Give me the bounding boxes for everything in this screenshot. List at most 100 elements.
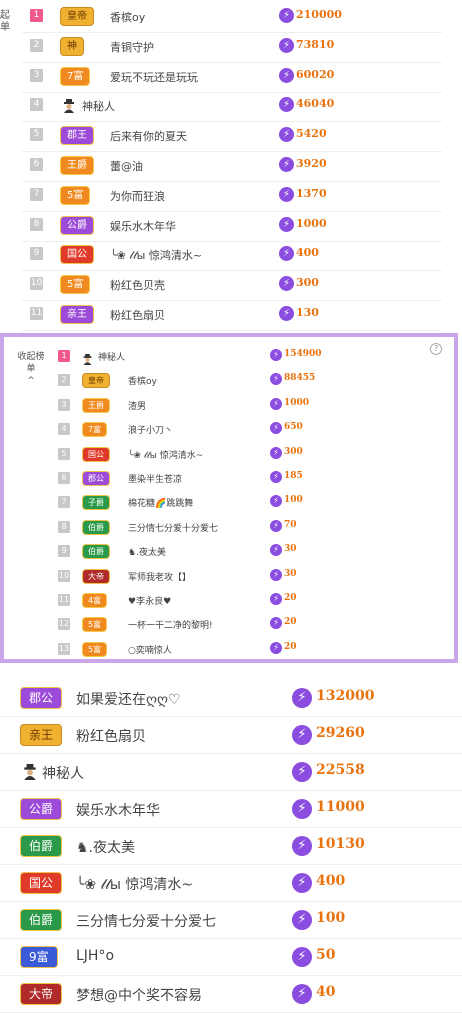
- user-name[interactable]: 爱玩不玩还是玩玩: [110, 69, 198, 85]
- user-name[interactable]: 为你而狂浪: [110, 188, 165, 204]
- rank-number: 1: [58, 350, 70, 362]
- ranking-row[interactable]: 国公 ╰❀ 𝓁𝓁ы 惊鸿清水~ ⚡ 400: [0, 865, 462, 902]
- chevron-up-icon: ^: [27, 376, 35, 386]
- contribution-value: 154900: [284, 349, 322, 359]
- ranking-row[interactable]: 11 亲王 粉红色扇贝 ⚡ 130: [22, 300, 442, 331]
- user-name[interactable]: 梦想@中个奖不容易: [76, 985, 202, 1005]
- contribution-value: 100: [316, 910, 346, 926]
- ranking-row[interactable]: 3 王爵 渣男 ⚡ 1000: [52, 394, 452, 418]
- ranking-row[interactable]: 9 国公 ╰❀ 𝓁𝓁ы 惊鸿清水~ ⚡ 400: [22, 240, 442, 272]
- user-name[interactable]: 娱乐水木年华: [110, 218, 176, 234]
- ranking-row[interactable]: 4 神秘人 ⚡ 46040: [22, 91, 442, 123]
- ranking-row[interactable]: 13 5富 ○奕喃惊人 ⚡ 20: [52, 638, 452, 659]
- user-name[interactable]: ♞.夜太美: [128, 545, 166, 558]
- user-name[interactable]: 三分情七分爱十分爱七: [76, 911, 216, 931]
- user-name[interactable]: 浪子小刀丶: [128, 423, 173, 436]
- rank-number: 7: [30, 187, 43, 201]
- ranking-row[interactable]: 公爵 娱乐水木年华 ⚡ 11000: [0, 791, 462, 828]
- ranking-row[interactable]: 亲王 粉红色扇贝 ⚡ 29260: [0, 717, 462, 754]
- lightning-icon: ⚡: [292, 799, 312, 819]
- mystery-user-icon: [62, 98, 76, 114]
- user-name[interactable]: ╰❀ 𝓁𝓁ы 惊鸿清水~: [76, 874, 193, 894]
- rank-badge: 伯爵: [82, 544, 110, 560]
- lightning-icon: ⚡: [279, 97, 294, 113]
- lightning-icon: ⚡: [270, 349, 282, 361]
- ranking-row[interactable]: 神秘人 ⚡ 22558: [0, 754, 462, 791]
- ranking-row[interactable]: 5 郡王 后来有你的夏天 ⚡ 5420: [22, 121, 442, 153]
- user-name[interactable]: 神秘人: [42, 763, 84, 783]
- ranking-row[interactable]: 4 7富 浪子小刀丶 ⚡ 650: [52, 418, 452, 442]
- user-name[interactable]: 娱乐水木年华: [76, 800, 160, 820]
- lightning-icon: ⚡: [279, 246, 294, 262]
- rank-number: 6: [30, 158, 43, 171]
- ranking-row[interactable]: 10 大帝 军师我老攻【】 ⚡ 30: [52, 565, 452, 589]
- contribution-value: 400: [316, 873, 346, 889]
- expanded-ranking-panel: 收起榜单 ^ ? 1 神秘人 ⚡ 154900 2 皇帝 香槟oy ⚡ 88455 3 王爵 渣男 ⚡ 1…: [0, 333, 458, 663]
- user-name[interactable]: 粉红色贝壳: [110, 277, 165, 293]
- ranking-row[interactable]: 大帝 梦想@中个奖不容易 ⚡ 40: [0, 976, 462, 1013]
- rank-badge: 神: [60, 36, 84, 56]
- user-name[interactable]: LJH°o: [76, 948, 114, 964]
- ranking-row[interactable]: 1 神秘人 ⚡ 154900: [52, 345, 452, 369]
- rank-number: 2: [58, 374, 70, 387]
- user-name[interactable]: 如果爱还在ღღ♡: [76, 689, 181, 709]
- ranking-row[interactable]: 2 神 青铜守护 ⚡ 73810: [22, 32, 442, 63]
- ranking-row[interactable]: 6 王爵 蕾@油 ⚡ 3920: [22, 151, 442, 182]
- rank-number: 5: [58, 447, 70, 460]
- rank-number: 8: [30, 217, 43, 231]
- ranking-row[interactable]: 郡公 如果爱还在ღღ♡ ⚡ 132000: [0, 680, 462, 717]
- user-name[interactable]: ♥李永良♥: [128, 594, 171, 607]
- user-name[interactable]: ╰❀ 𝓁𝓁ы 惊鸿清水~: [110, 247, 202, 263]
- rank-badge: 国公: [60, 245, 94, 265]
- top-ranking-section: 起单 1 皇帝 香槟oy ⚡ 210000 2 神青铜守护 ⚡ 73810 3 7富 爱玩不玩还是玩玩…: [0, 0, 462, 331]
- user-name[interactable]: 粉红色扇贝: [76, 726, 146, 746]
- user-name[interactable]: 粉红色扇贝: [110, 307, 165, 323]
- rank-number: 9: [30, 247, 43, 261]
- user-name[interactable]: 蕾@油: [110, 158, 143, 174]
- user-name[interactable]: 墨染半生苍凉: [128, 472, 182, 485]
- ranking-row[interactable]: 7 子爵 棉花糖🌈跳跳舞 ⚡ 100: [52, 491, 452, 515]
- ranking-row[interactable]: 伯爵 ♞.夜太美 ⚡ 10130: [0, 828, 462, 865]
- ranking-row[interactable]: 12 5富 一杯一干二净的黎明! ⚡ 20: [52, 613, 452, 637]
- rank-number: 4: [30, 98, 43, 112]
- ranking-row[interactable]: 3 7富 爱玩不玩还是玩玩 ⚡ 60020: [22, 62, 442, 93]
- rank-badge: 5富: [82, 617, 108, 633]
- side-label: 起单: [0, 10, 10, 33]
- ranking-row[interactable]: 8 伯爵 三分情七分爱十分爱七 ⚡ 70: [52, 516, 452, 540]
- ranking-row[interactable]: 6 郡公 墨染半生苍凉 ⚡ 185: [52, 467, 452, 491]
- user-name[interactable]: 青铜守护: [110, 39, 154, 55]
- user-name[interactable]: 香槟oy: [110, 9, 145, 25]
- user-name[interactable]: 一杯一干二净的黎明!: [128, 618, 213, 631]
- ranking-row[interactable]: 伯爵 三分情七分爱十分爱七 ⚡ 100: [0, 902, 462, 939]
- lightning-icon: ⚡: [292, 984, 312, 1004]
- user-name[interactable]: 渣男: [128, 399, 146, 412]
- ranking-row[interactable]: 10 5富 粉红色贝壳 ⚡ 300: [22, 270, 442, 302]
- ranking-row[interactable]: 1 皇帝 香槟oy ⚡ 210000: [22, 2, 442, 33]
- user-name[interactable]: 军师我老攻【】: [128, 570, 191, 583]
- user-name[interactable]: ○奕喃惊人: [128, 643, 172, 656]
- user-name[interactable]: 香槟oy: [128, 374, 157, 387]
- rank-badge: 皇帝: [82, 373, 110, 389]
- ranking-row[interactable]: 2 皇帝 香槟oy ⚡ 88455: [52, 369, 452, 393]
- ranking-row[interactable]: 11 4富 ♥李永良♥ ⚡ 20: [52, 589, 452, 613]
- contribution-value: 20: [284, 641, 297, 652]
- collapse-list-button[interactable]: 收起榜单 ^: [16, 351, 46, 387]
- user-name[interactable]: ♞.夜太美: [76, 837, 135, 857]
- user-name[interactable]: ╰❀ 𝓁𝓁ы 惊鸿清水~: [128, 448, 203, 461]
- user-name[interactable]: 三分情七分爱十分爱七: [128, 521, 218, 534]
- contribution-value: 20: [284, 617, 297, 628]
- lightning-icon: ⚡: [270, 373, 282, 386]
- user-name[interactable]: 棉花糖🌈跳跳舞: [128, 496, 193, 509]
- contribution-value: 130: [296, 306, 319, 319]
- rank-number: 4: [58, 423, 70, 436]
- contribution-value: 100: [284, 495, 303, 506]
- lightning-icon: ⚡: [279, 127, 294, 143]
- ranking-row[interactable]: 7 5富 为你而狂浪 ⚡ 1370: [22, 181, 442, 212]
- ranking-row[interactable]: 5 国公 ╰❀ 𝓁𝓁ы 惊鸿清水~ ⚡ 300: [52, 443, 452, 467]
- ranking-row[interactable]: 8 公爵 娱乐水木年华 ⚡ 1000: [22, 211, 442, 242]
- user-name[interactable]: 神秘人: [98, 350, 125, 363]
- ranking-row[interactable]: 9富 LJH°o ⚡ 50: [0, 939, 462, 976]
- user-name[interactable]: 神秘人: [82, 98, 115, 114]
- user-name[interactable]: 后来有你的夏天: [110, 128, 187, 144]
- ranking-row[interactable]: 9 伯爵 ♞.夜太美 ⚡ 30: [52, 540, 452, 564]
